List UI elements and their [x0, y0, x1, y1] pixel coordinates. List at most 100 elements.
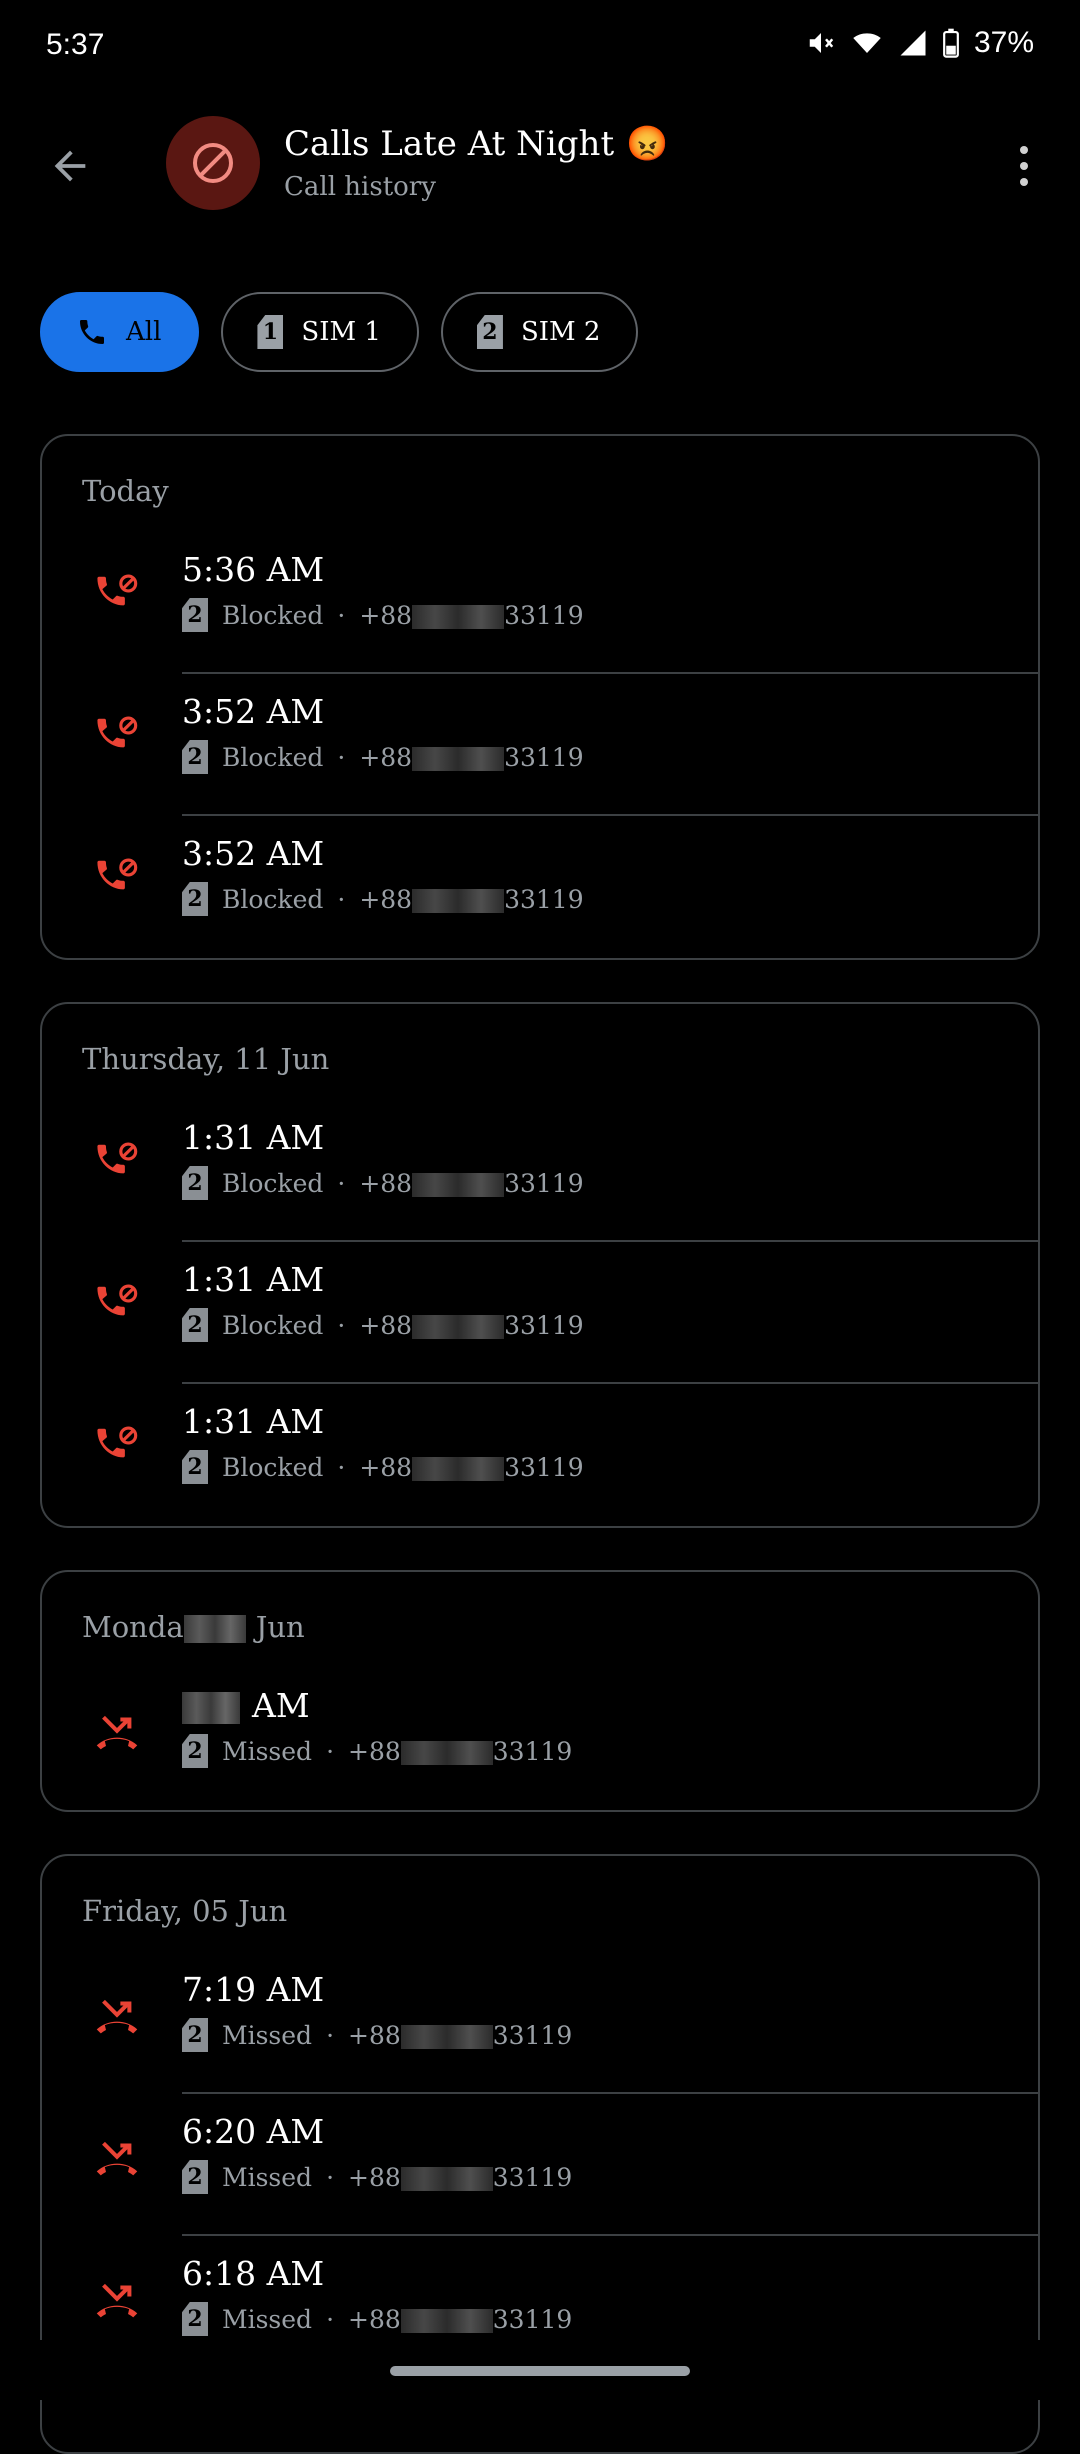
- redacted-block: [412, 747, 505, 771]
- call-time: 3:52 AM: [182, 692, 325, 731]
- call-details: 2 Missed · +88 33119: [182, 1734, 572, 1768]
- page-title: Calls Late At Night 😡: [284, 124, 668, 164]
- sim-card-icon: 2: [182, 2018, 208, 2052]
- blocked-call-icon: [97, 858, 138, 890]
- call-time: 6:18 AM: [182, 2254, 325, 2293]
- wifi-icon: [853, 33, 881, 53]
- call-time: 3:52 AM: [182, 834, 325, 873]
- blocked-call-icon: [97, 1284, 138, 1316]
- call-row[interactable]: 1:31 AM 2 Blocked · +88 33119: [42, 1242, 1038, 1384]
- call-details: 2 Missed · +88 33119: [182, 2018, 572, 2052]
- page-subtitle: Call history: [284, 172, 436, 202]
- call-details: 2 Blocked · +88 33119: [182, 882, 584, 916]
- redacted-block: [400, 1741, 493, 1765]
- sim-card-icon: 2: [182, 598, 208, 632]
- sim-card-icon: 2: [182, 2160, 208, 2194]
- call-row[interactable]: 3:52 AM 2 Blocked · +88 33119: [42, 816, 1038, 958]
- call-time: 7:19 AM: [182, 1970, 325, 2009]
- call-time: 1:31 AM: [182, 1260, 325, 1299]
- phone-number: +88 33119: [359, 1168, 584, 1198]
- call-group-monday: Monda Jun AM 2 Missed · +88 33119: [40, 1570, 1040, 1812]
- redacted-block: [412, 1173, 505, 1197]
- sim-card-icon: 1: [257, 315, 284, 349]
- redacted-block: [183, 1615, 246, 1643]
- call-status: Blocked: [222, 600, 324, 630]
- group-date: Friday, 05 Jun: [82, 1894, 288, 1928]
- blocked-call-icon: [97, 716, 138, 748]
- call-row[interactable]: 5:36 AM 2 Blocked · +88 33119: [42, 532, 1038, 674]
- phone-number: +88 33119: [348, 2304, 573, 2334]
- call-details: 2 Blocked · +88 33119: [182, 1308, 584, 1342]
- call-status: Blocked: [222, 1310, 324, 1340]
- missed-call-icon: [96, 2141, 138, 2176]
- call-time: 1:31 AM: [182, 1118, 325, 1157]
- phone-number: +88 33119: [359, 600, 584, 630]
- sim-card-icon: 2: [182, 1450, 208, 1484]
- call-status: Blocked: [222, 884, 324, 914]
- sim-card-icon: 2: [182, 882, 208, 916]
- redacted-block: [412, 605, 505, 629]
- status-bar: 5:37 37%: [0, 0, 1080, 96]
- sim-card-icon: 2: [476, 315, 503, 349]
- more-options-button[interactable]: [1004, 136, 1044, 196]
- call-time: 5:36 AM: [182, 550, 325, 589]
- chip-sim-1[interactable]: 1 SIM 1: [221, 292, 419, 372]
- gesture-nav-handle[interactable]: [390, 2366, 690, 2376]
- phone-number: +88 33119: [359, 742, 584, 772]
- missed-call-icon: [96, 1999, 138, 2034]
- call-status: Missed: [222, 1736, 313, 1766]
- redacted-block: [412, 1457, 505, 1481]
- title-text: Calls Late At Night: [284, 124, 615, 164]
- call-row[interactable]: 7:19 AM 2 Missed · +88 33119: [42, 1952, 1038, 2094]
- sim-card-icon: 2: [182, 740, 208, 774]
- call-row[interactable]: 1:31 AM 2 Blocked · +88 33119: [42, 1100, 1038, 1242]
- phone-number: +88 33119: [348, 2162, 573, 2192]
- chip-sim-2[interactable]: 2 SIM 2: [440, 292, 639, 372]
- call-row[interactable]: AM 2 Missed · +88 33119: [42, 1668, 1038, 1810]
- filter-chips: All 1 SIM 1 2 SIM 2: [40, 292, 639, 372]
- status-icons: 37%: [806, 26, 1034, 60]
- chip-all-label: All: [126, 317, 162, 347]
- back-button[interactable]: [40, 136, 100, 196]
- phone-number: +88 33119: [348, 1736, 573, 1766]
- signal-icon: [900, 30, 926, 56]
- sim-card-icon: 2: [182, 1734, 208, 1768]
- chip-all[interactable]: All: [40, 292, 200, 372]
- call-status: Missed: [222, 2020, 313, 2050]
- call-row[interactable]: 3:52 AM 2 Blocked · +88 33119: [42, 674, 1038, 816]
- call-details: 2 Blocked · +88 33119: [182, 598, 584, 632]
- call-status: Blocked: [222, 1168, 324, 1198]
- redacted-block: [400, 2025, 493, 2049]
- redacted-block: [412, 889, 505, 913]
- group-date: Thursday, 11 Jun: [82, 1042, 330, 1076]
- call-group-today: Today 5:36 AM 2 Blocked · +88 33119 3:52 AM …: [40, 434, 1040, 960]
- call-time: 1:31 AM: [182, 1402, 325, 1441]
- call-status: Missed: [222, 2304, 313, 2334]
- angry-face-emoji: 😡: [626, 124, 669, 164]
- call-details: 2 Blocked · +88 33119: [182, 1450, 584, 1484]
- call-row[interactable]: 6:20 AM 2 Missed · +88 33119: [42, 2094, 1038, 2236]
- call-status: Blocked: [222, 742, 324, 772]
- group-date: Today: [82, 474, 169, 508]
- status-time: 5:37: [46, 28, 105, 61]
- call-details: 2 Blocked · +88 33119: [182, 740, 584, 774]
- arrow-back-icon: [54, 150, 86, 182]
- call-status: Missed: [222, 2162, 313, 2192]
- block-icon: [193, 143, 233, 183]
- call-details: 2 Missed · +88 33119: [182, 2160, 572, 2194]
- app-bar: Calls Late At Night 😡 Call history: [0, 96, 1080, 236]
- battery-level: 37%: [973, 26, 1034, 59]
- chip-sim-1-label: SIM 1: [301, 317, 381, 347]
- sim-card-icon: 2: [182, 2302, 208, 2336]
- sim-card-icon: 2: [182, 1308, 208, 1342]
- call-details: 2 Blocked · +88 33119: [182, 1166, 584, 1200]
- phone-number: +88 33119: [359, 884, 584, 914]
- sim-card-icon: 2: [182, 1166, 208, 1200]
- call-time: AM: [182, 1686, 310, 1725]
- call-group-thursday: Thursday, 11 Jun 1:31 AM 2 Blocked · +88 331…: [40, 1002, 1040, 1528]
- group-date: Monda Jun: [82, 1610, 305, 1644]
- call-row[interactable]: 1:31 AM 2 Blocked · +88 33119: [42, 1384, 1038, 1526]
- mute-icon: [809, 33, 834, 53]
- redacted-block: [412, 1315, 505, 1339]
- avatar: [166, 116, 260, 210]
